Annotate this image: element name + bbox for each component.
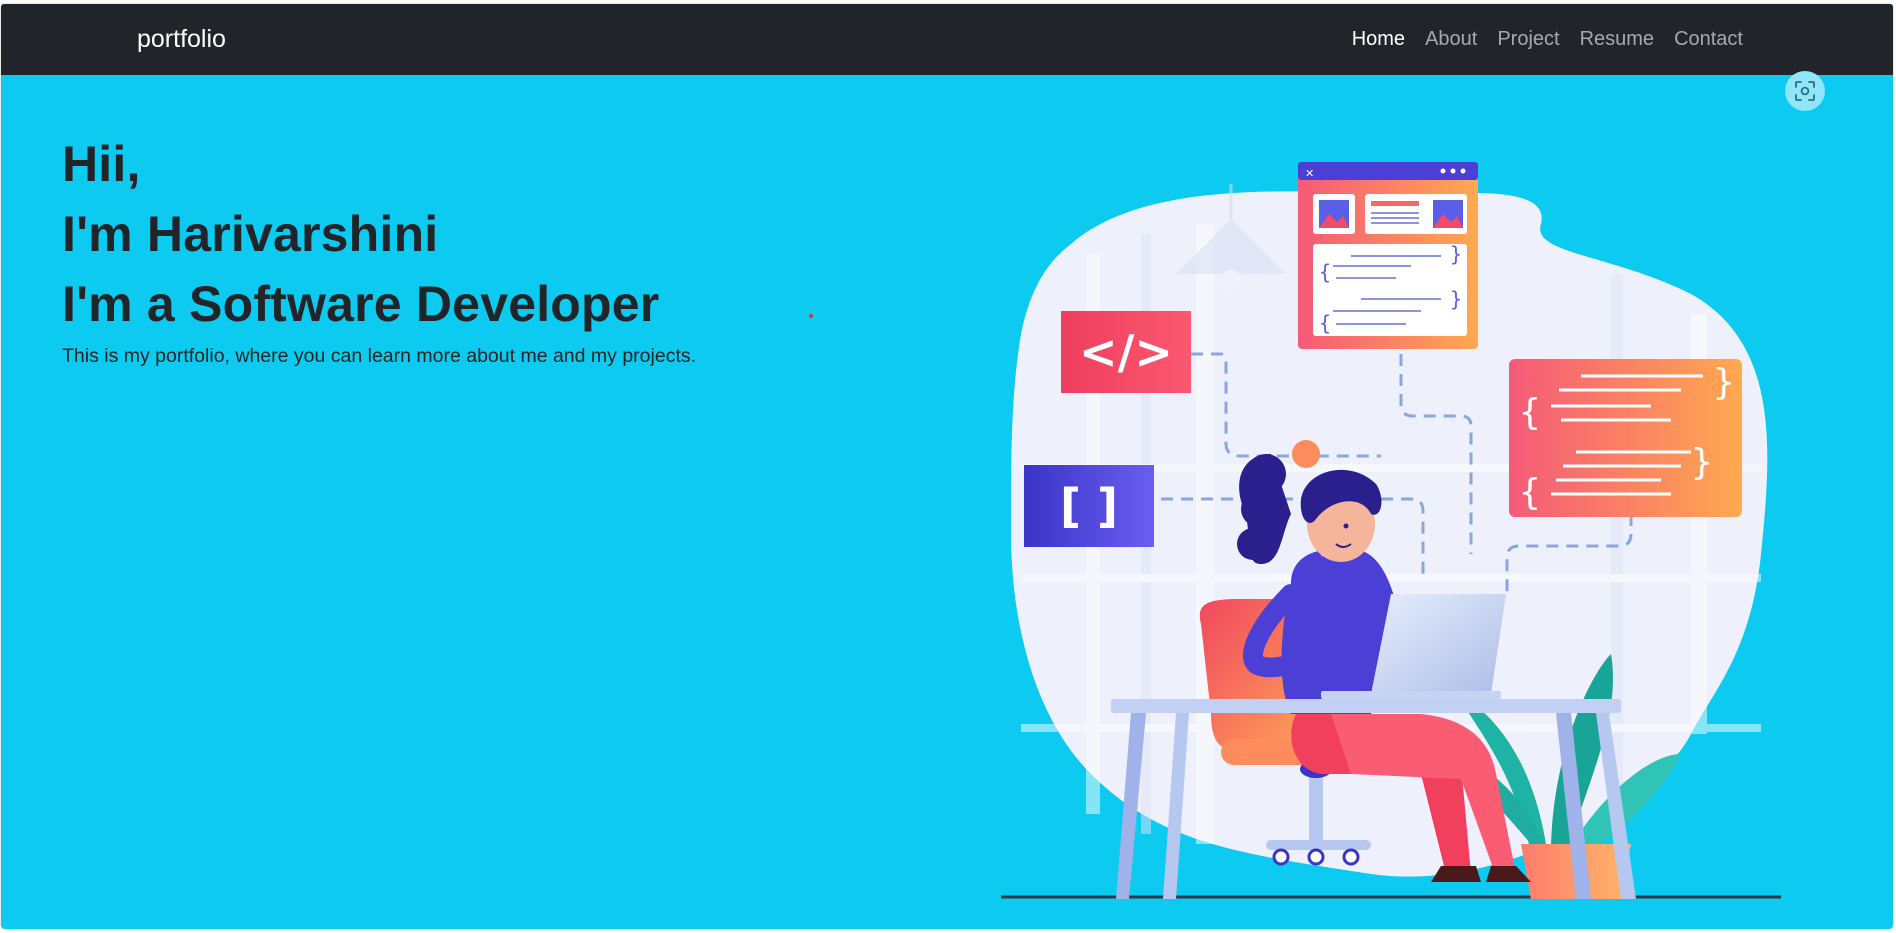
screenshot-scan-icon — [1795, 81, 1815, 101]
hero-role: I'm a Software Developer — [62, 276, 660, 332]
page-frame: portfolio Home About Project Resume Cont… — [1, 4, 1893, 929]
svg-text:{: { — [1519, 472, 1541, 513]
nav-link-contact[interactable]: Contact — [1674, 26, 1743, 52]
brackets-badge: [ ] — [1024, 465, 1154, 547]
nav-link-project[interactable]: Project — [1497, 26, 1559, 52]
browser-window-card: ✕ { } { } — [1298, 162, 1478, 349]
nav-links: Home About Project Resume Contact — [1352, 26, 1743, 52]
svg-text:}: } — [1450, 287, 1462, 311]
svg-text:{: { — [1519, 392, 1541, 433]
brackets-badge-label: [ ] — [1060, 479, 1118, 533]
svg-text:✕: ✕ — [1305, 168, 1314, 180]
hero-description: This is my portfolio, where you can lear… — [62, 345, 697, 367]
developer-illustration: ✕ { } { } </> [] {} {} — [1001, 162, 1781, 899]
code-tag-badge: </> — [1061, 311, 1191, 393]
cursor-dot — [809, 314, 813, 318]
code-tag-badge-label: </> — [1079, 325, 1173, 379]
nav-link-resume[interactable]: Resume — [1580, 26, 1654, 52]
nav-link-about[interactable]: About — [1425, 26, 1477, 52]
nav-link-home[interactable]: Home — [1352, 26, 1405, 52]
hero-greeting: Hii, — [62, 136, 141, 192]
svg-text:}: } — [1450, 242, 1462, 266]
code-card: { } { } — [1509, 359, 1742, 517]
svg-text:}: } — [1691, 442, 1713, 483]
hero-name: I'm Harivarshini — [62, 206, 439, 262]
svg-text:}: } — [1713, 362, 1735, 403]
hero-section: Hii, I'm Harivarshini I'm a Software Dev… — [62, 129, 696, 369]
svg-text:{: { — [1319, 260, 1331, 284]
svg-text:{: { — [1319, 311, 1331, 335]
brand-logo[interactable]: portfolio — [137, 24, 226, 54]
navbar: portfolio Home About Project Resume Cont… — [1, 4, 1893, 75]
screenshot-button[interactable] — [1785, 71, 1825, 111]
